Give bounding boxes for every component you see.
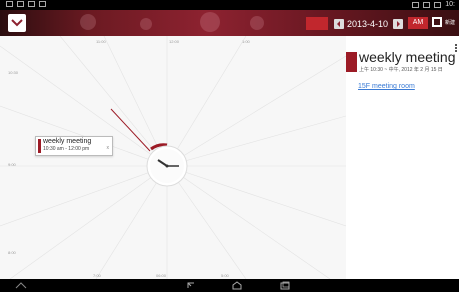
current-date[interactable]: 2013-4-10 (347, 19, 388, 29)
clock-dial (0, 36, 346, 279)
previous-date-arrow-icon[interactable] (334, 19, 344, 29)
hour-label: 9:00 (8, 162, 16, 167)
add-event-icon (432, 17, 442, 27)
bokeh-decoration (80, 14, 96, 30)
hour-label: 06:00 (156, 273, 167, 278)
wifi-icon (423, 1, 431, 8)
hour-label: 8:00 (8, 250, 16, 255)
hour-label: 1:00 (242, 39, 250, 44)
new-event-label: 新建 (445, 20, 456, 26)
hour-label: 12:00 (169, 39, 180, 44)
event-title: weekly meeting (43, 138, 92, 145)
am-pm-toggle[interactable]: AM (408, 17, 428, 29)
system-nav-bar (0, 279, 459, 292)
calendar-app-icon[interactable] (8, 14, 26, 32)
event-color-bar (346, 52, 357, 72)
detail-datetime: 上午 10:30 ~ 中午, 2012 年 2 月 15 日 (359, 67, 443, 73)
bokeh-decoration (200, 12, 220, 32)
bokeh-decoration (140, 18, 152, 30)
detail-title: weekly meeting (359, 49, 456, 65)
back-icon[interactable] (184, 281, 198, 290)
hour-label: 11:00 (96, 39, 106, 44)
image-icon (28, 1, 35, 7)
top-bar: 2013-4-10 AM 新建 (0, 10, 459, 36)
recent-apps-icon[interactable] (278, 281, 292, 290)
sd-card-icon (412, 1, 420, 8)
status-bar: 10: (0, 0, 459, 10)
home-icon[interactable] (230, 281, 244, 290)
notification-icon (6, 1, 13, 7)
next-date-arrow-icon[interactable] (393, 19, 403, 29)
grid-icon (39, 1, 46, 7)
status-time: 10: (445, 1, 455, 8)
clock-view[interactable]: 11:00 12:00 1:00 10:30 9:00 8:00 7:00 06… (0, 36, 346, 279)
menu-icon[interactable] (14, 281, 28, 290)
hour-label: 7:00 (93, 273, 101, 278)
hour-label: 5:00 (221, 273, 229, 278)
event-color-bar (38, 139, 41, 153)
close-icon[interactable]: x (107, 145, 110, 151)
battery-icon (434, 1, 442, 8)
mail-icon (17, 1, 24, 7)
new-event-button[interactable]: 新建 (432, 16, 459, 32)
today-button[interactable] (306, 17, 328, 30)
event-location-link[interactable]: 15F meeting room (358, 83, 415, 90)
bokeh-decoration (250, 16, 264, 30)
event-detail-panel: weekly meeting 上午 10:30 ~ 中午, 2012 年 2 月… (346, 36, 459, 279)
event-card[interactable]: weekly meeting 10:30 am - 12:00 pm x (35, 136, 113, 156)
hour-label: 10:30 (8, 70, 19, 75)
event-time: 10:30 am - 12:00 pm (43, 146, 90, 152)
